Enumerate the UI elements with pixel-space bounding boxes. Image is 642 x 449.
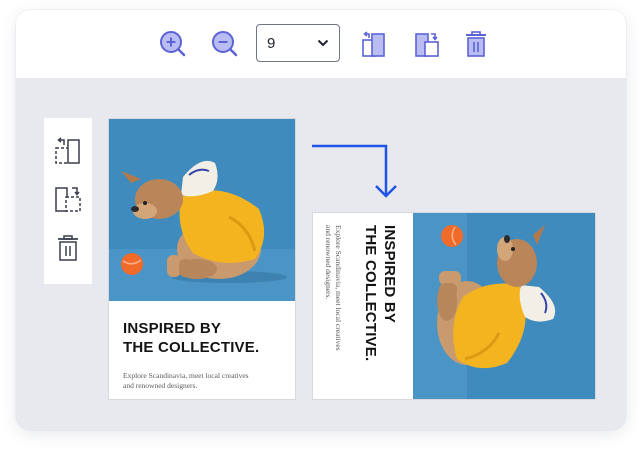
zoom-in-icon — [160, 31, 186, 57]
side-rotate-left-button[interactable] — [52, 134, 84, 168]
rotated-subtext-line2: and renowned designers. — [324, 225, 333, 300]
page-heading-line1: INSPIRED BY — [123, 320, 222, 337]
side-delete-button[interactable] — [52, 231, 84, 265]
page-actions-panel — [44, 118, 92, 284]
rotated-heading-line2: THE COLLECTIVE. — [362, 225, 379, 362]
trash-icon — [466, 31, 486, 57]
delete-button[interactable] — [460, 28, 492, 60]
side-rotate-right-button[interactable] — [52, 182, 84, 216]
rotated-heading-line1: INSPIRED BY — [381, 225, 398, 324]
rotated-dog-photo — [413, 213, 595, 399]
rotate-left-icon — [362, 31, 385, 57]
editor-window: 9 INSPIRED BY THE COLLECTIVE. Explore Sc… — [16, 10, 626, 430]
rotate-right-button[interactable] — [411, 28, 443, 60]
page-select-value: 9 — [267, 34, 276, 52]
page-select[interactable]: 9 — [256, 24, 340, 62]
rotated-page-thumbnail[interactable]: INSPIRED BY THE COLLECTIVE. Explore Scan… — [312, 212, 596, 400]
page-subtext-line1: Explore Scandinavia, meet local creative… — [123, 371, 249, 380]
zoom-out-icon — [212, 31, 238, 57]
rotated-subtext-line1: Explore Scandinavia, meet local creative… — [334, 225, 343, 351]
rotate-right-icon — [55, 187, 81, 212]
page-heading-line2: THE COLLECTIVE. — [123, 339, 260, 356]
trash-icon — [58, 235, 78, 261]
rotated-page-text: INSPIRED BY THE COLLECTIVE. Explore Scan… — [313, 213, 413, 399]
page-thumbnail[interactable]: INSPIRED BY THE COLLECTIVE. Explore Scan… — [108, 118, 296, 400]
rotate-right-icon — [415, 33, 439, 57]
rotate-left-button[interactable] — [357, 28, 389, 60]
rotation-arrow — [312, 144, 397, 198]
chevron-down-icon — [317, 39, 329, 47]
zoom-out-button[interactable] — [209, 28, 241, 60]
zoom-in-button[interactable] — [157, 28, 189, 60]
rotate-left-icon — [55, 137, 80, 164]
page-subtext-line2: and renowned designers. — [123, 381, 198, 390]
dog-photo — [109, 119, 295, 301]
toolbar: 9 — [16, 10, 626, 78]
